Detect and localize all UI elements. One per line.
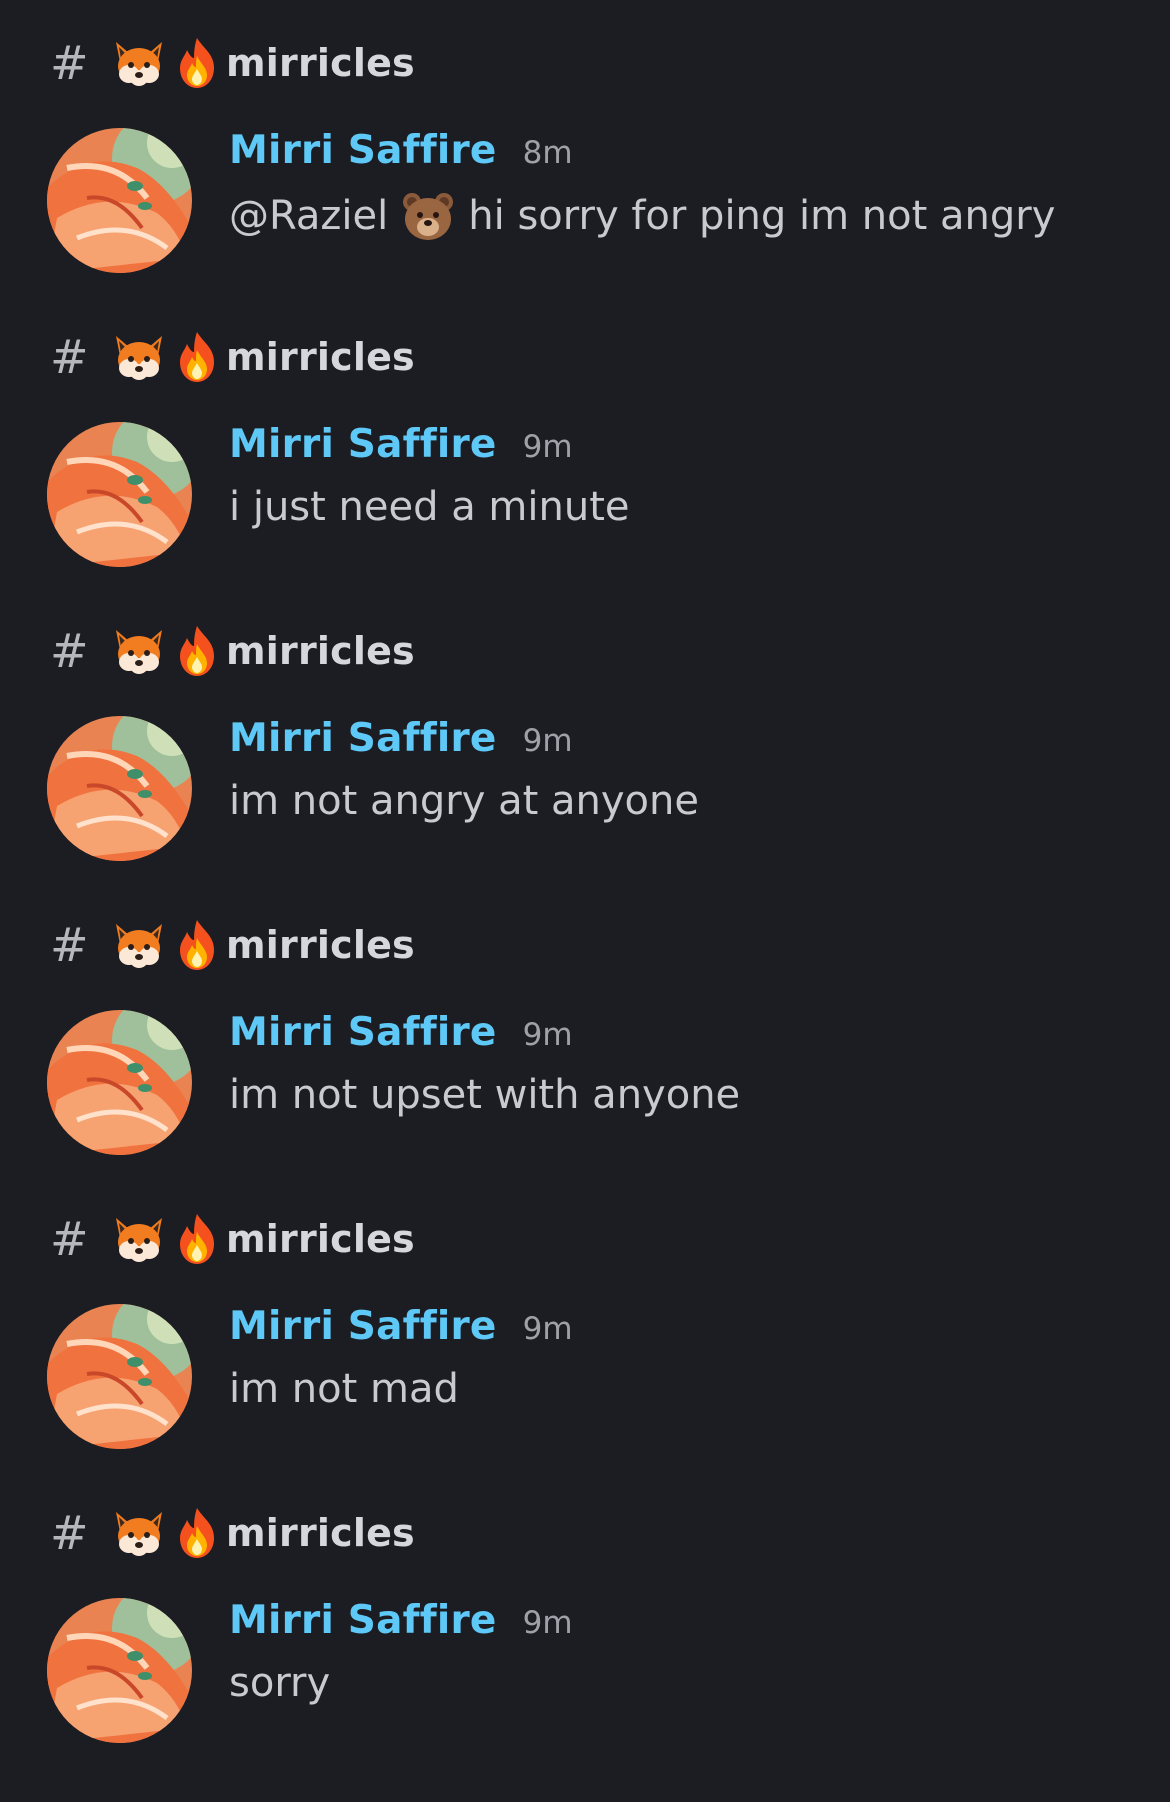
message-header: Mirri Saffire 9m [229,1598,573,1652]
timestamp: 9m [522,429,573,465]
fox-face-icon [110,624,168,678]
author-name[interactable]: Mirri Saffire [229,1598,497,1643]
hash-icon: # [50,36,89,90]
fox-face-icon [110,330,168,384]
channel-name[interactable]: mirricles [226,629,415,673]
fire-icon [168,624,226,678]
message-text: im not upset with anyone [229,1072,740,1118]
channel-header[interactable]: # mirricles [50,36,415,90]
avatar[interactable] [47,1304,192,1449]
channel-name[interactable]: mirricles [226,335,415,379]
bear-face-icon [400,190,456,242]
avatar[interactable] [47,1598,192,1743]
channel-name[interactable]: mirricles [226,1511,415,1555]
timestamp: 9m [522,1311,573,1347]
avatar[interactable] [47,716,192,861]
message-body: i just need a minute [229,484,630,530]
hash-icon: # [50,1212,89,1266]
message-text: @Raziel hi sorry for ping im not angry [229,190,1055,242]
channel-header[interactable]: # mirricles [50,1212,415,1266]
channel-header[interactable]: # mirricles [50,1506,415,1560]
message-feed: # mirricles Mirri Saffire 8m @Raziel hi … [0,0,1170,1802]
author-name[interactable]: Mirri Saffire [229,1304,497,1349]
fire-icon [168,1506,226,1560]
message-block[interactable]: # [0,0,1170,294]
message-text: im not mad [229,1366,459,1412]
message-body: im not mad [229,1366,459,1412]
message-block[interactable]: # [0,1176,1170,1470]
message-body: im not upset with anyone [229,1072,741,1118]
message-body: sorry [229,1660,331,1706]
message-header: Mirri Saffire 9m [229,1304,573,1358]
channel-header[interactable]: # mirricles [50,330,415,384]
message-block[interactable]: # [0,294,1170,588]
fire-icon [168,330,226,384]
message-header: Mirri Saffire 9m [229,1010,573,1064]
message-text: i just need a minute [229,484,630,530]
avatar[interactable] [47,1010,192,1155]
message-block[interactable]: # [0,882,1170,1176]
channel-name[interactable]: mirricles [226,41,415,85]
channel-name[interactable]: mirricles [226,1217,415,1261]
author-name[interactable]: Mirri Saffire [229,128,497,173]
fire-icon [168,36,226,90]
timestamp: 8m [522,135,573,171]
timestamp: 9m [522,1605,573,1641]
fox-face-icon [110,1506,168,1560]
message-text: sorry [229,1660,330,1706]
author-name[interactable]: Mirri Saffire [229,422,497,467]
channel-name[interactable]: mirricles [226,923,415,967]
fire-icon [168,918,226,972]
message-block[interactable]: # [0,588,1170,882]
channel-header[interactable]: # mirricles [50,624,415,678]
message-header: Mirri Saffire 8m [229,128,573,182]
avatar[interactable] [47,422,192,567]
message-block[interactable]: # [0,1470,1170,1764]
hash-icon: # [50,918,89,972]
user-mention[interactable]: @Raziel [229,193,388,239]
fox-face-icon [110,1212,168,1266]
message-body: hi sorry for ping im not angry [468,193,1056,239]
message-text: im not angry at anyone [229,778,699,824]
author-name[interactable]: Mirri Saffire [229,716,497,761]
fire-icon [168,1212,226,1266]
hash-icon: # [50,624,89,678]
channel-header[interactable]: # mirricles [50,918,415,972]
hash-icon: # [50,330,89,384]
author-name[interactable]: Mirri Saffire [229,1010,497,1055]
timestamp: 9m [522,1017,573,1053]
avatar[interactable] [47,128,192,273]
hash-icon: # [50,1506,89,1560]
timestamp: 9m [522,723,573,759]
fox-face-icon [110,918,168,972]
message-header: Mirri Saffire 9m [229,716,573,770]
fox-face-icon [110,36,168,90]
message-body: im not angry at anyone [229,778,699,824]
message-header: Mirri Saffire 9m [229,422,573,476]
